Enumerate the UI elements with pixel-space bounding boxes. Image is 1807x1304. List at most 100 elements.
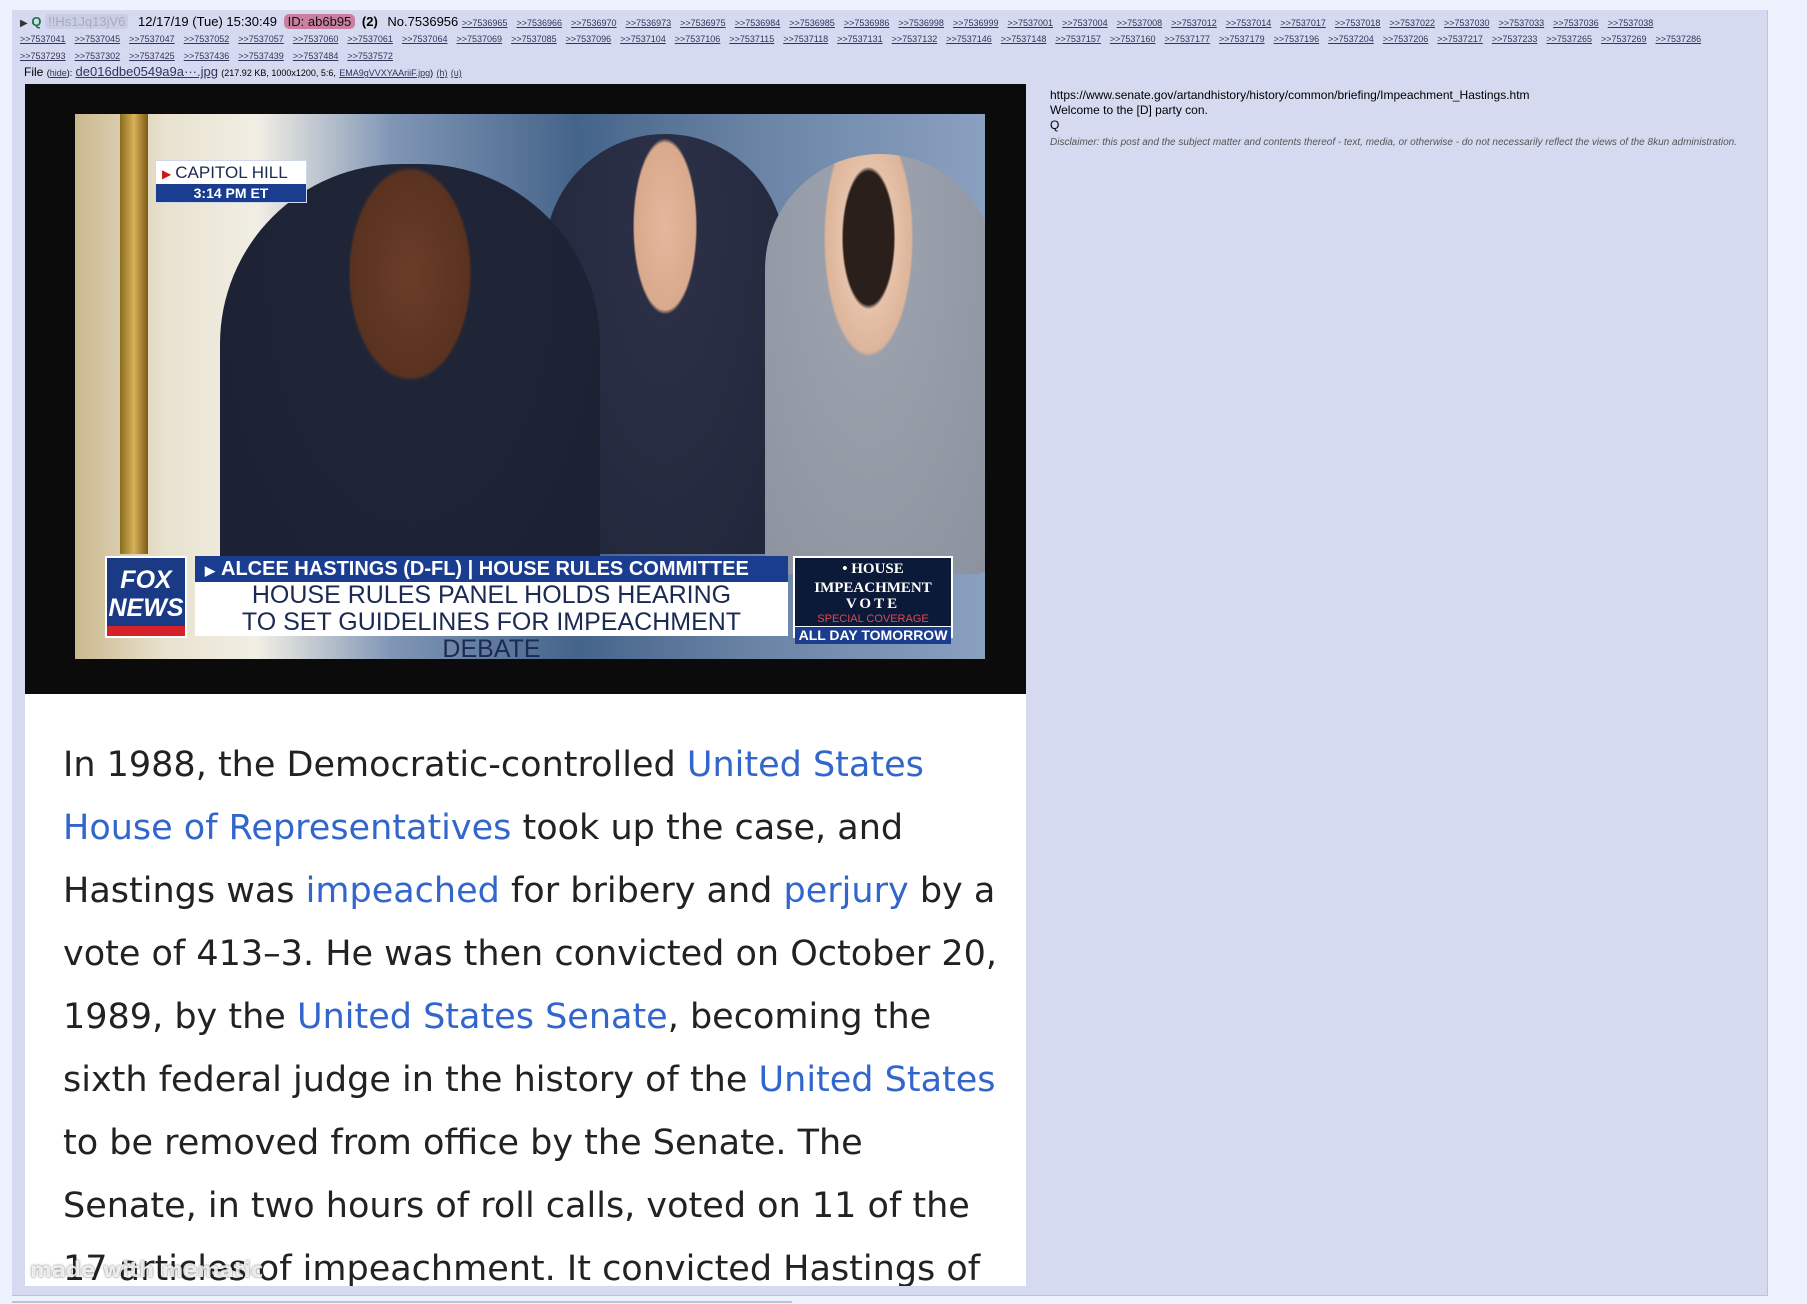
backlink[interactable]: >>7537106 [675, 31, 721, 47]
backlink[interactable]: >>7537204 [1328, 31, 1374, 47]
post-header: ▶ Q !!Hs1Jq13jV6 12/17/19 (Tue) 15:30:49… [20, 14, 1760, 64]
backlink[interactable]: >>7536999 [953, 15, 999, 31]
backlink[interactable]: >>7536973 [626, 15, 672, 31]
backlink[interactable]: >>7537012 [1171, 15, 1217, 31]
backlink[interactable]: >>7537206 [1383, 31, 1429, 47]
article-link[interactable]: United States Senate [297, 997, 668, 1037]
post-line-2: Welcome to the [D] party con. [1050, 103, 1208, 117]
file-original-name-link[interactable]: EMA9gVVXYAAriiF.jpg [339, 68, 430, 78]
logo-line-1: FOX [120, 566, 172, 594]
backlink[interactable]: >>7537118 [783, 31, 828, 47]
backlink[interactable]: >>7537041 [20, 31, 66, 47]
backlink[interactable]: >>7537572 [347, 48, 393, 64]
box-line-5: ALL DAY TOMORROW [795, 626, 951, 644]
location-badge: ▶ CAPITOL HILL 3:14 PM ET [155, 160, 307, 203]
file-name-link[interactable]: de016dbe0549a9a···.jpg [76, 64, 218, 79]
backlink[interactable]: >>7537033 [1499, 15, 1545, 31]
poster-id-count: (2) [361, 14, 378, 29]
backlink[interactable]: >>7537014 [1226, 15, 1272, 31]
backlinks: >>7536965 >>7536966 >>7536970 >>7536973 >>75… [462, 14, 1662, 29]
backlink[interactable]: >>7537060 [293, 31, 339, 47]
file-label: File [24, 65, 44, 79]
backlink[interactable]: >>7536966 [516, 15, 562, 31]
article-link[interactable]: perjury [784, 871, 909, 911]
backlink[interactable]: >>7537085 [511, 31, 557, 47]
person-woman [765, 154, 985, 574]
article-text: In 1988, the Democratic-controlled Unite… [63, 734, 1003, 1286]
backlink[interactable]: >>7536998 [898, 15, 944, 31]
backlink[interactable]: >>7537018 [1335, 15, 1381, 31]
backlink[interactable]: >>7536965 [462, 15, 508, 31]
article-segment: for bribery and [499, 871, 784, 911]
backlink[interactable]: >>7537484 [293, 48, 339, 64]
backlink[interactable]: >>7537233 [1492, 31, 1538, 47]
tv-photo: ▶ CAPITOL HILL 3:14 PM ET FOX NEWS ▶ ALCEE… [25, 84, 1026, 694]
news-lower-third: FOX NEWS ▶ ALCEE HASTINGS (D-FL) | HOUSE … [75, 546, 985, 659]
impeachment-vote-box: • HOUSE IMPEACHMENT VOTE SPECIAL COVERAG… [793, 556, 953, 644]
post-body: https://www.senate.gov/artandhistory/his… [1050, 88, 1750, 150]
backlink[interactable]: >>7537004 [1062, 15, 1108, 31]
post-link[interactable]: https://www.senate.gov/artandhistory/his… [1050, 88, 1750, 103]
backlink[interactable]: >>7537146 [946, 31, 992, 47]
backlink[interactable]: >>7537064 [402, 31, 448, 47]
backlink[interactable]: >>7537293 [20, 48, 66, 64]
backlink[interactable]: >>7536970 [571, 15, 617, 31]
post-container: ▶ Q !!Hs1Jq13jV6 12/17/19 (Tue) 15:30:49… [12, 10, 1768, 1296]
hide-file-link[interactable]: hide [50, 68, 67, 78]
backlink[interactable]: >>7537038 [1608, 15, 1654, 31]
name-band: ▶ ALCEE HASTINGS (D-FL) | HOUSE RULES COM… [195, 556, 788, 582]
file-u-link[interactable]: (u) [451, 68, 462, 78]
time-text: 3:14 PM ET [156, 184, 306, 202]
headline-line-2: TO SET GUIDELINES FOR IMPEACHMENT DEBATE [241, 608, 742, 660]
backlink[interactable]: >>7537036 [1553, 15, 1599, 31]
article-link[interactable]: United States [759, 1060, 996, 1100]
backlink[interactable]: >>7537132 [892, 31, 938, 47]
backlink[interactable]: >>7537047 [129, 31, 175, 47]
backlink[interactable]: >>7536986 [844, 15, 890, 31]
backlink[interactable]: >>7537017 [1280, 15, 1326, 31]
post-menu-arrow-icon[interactable]: ▶ [20, 18, 28, 29]
backlink[interactable]: >>7537115 [729, 31, 774, 47]
backlink[interactable]: >>7537096 [566, 31, 612, 47]
backlink[interactable]: >>7537061 [347, 31, 393, 47]
post-image[interactable]: ▶ CAPITOL HILL 3:14 PM ET FOX NEWS ▶ ALCEE… [25, 84, 1026, 1286]
backlink[interactable]: >>7537157 [1055, 31, 1101, 47]
backlink[interactable]: >>7537265 [1546, 31, 1592, 47]
article-segment: In 1988, the Democratic-controlled [63, 745, 687, 785]
backlink[interactable]: >>7537436 [184, 48, 230, 64]
backlink[interactable]: >>7536985 [789, 15, 835, 31]
box-line-3: VOTE [845, 596, 901, 612]
backlink[interactable]: >>7537439 [238, 48, 284, 64]
backlink[interactable]: >>7537104 [620, 31, 666, 47]
backlink[interactable]: >>7537196 [1274, 31, 1320, 47]
backlink[interactable]: >>7536975 [680, 15, 726, 31]
backlink[interactable]: >>7537001 [1008, 15, 1054, 31]
post-datetime: 12/17/19 (Tue) 15:30:49 [138, 14, 278, 29]
backlink[interactable]: >>7537057 [238, 31, 284, 47]
backlink[interactable]: >>7536984 [735, 15, 781, 31]
backlink[interactable]: >>7537045 [75, 31, 121, 47]
backlink[interactable]: >>7537160 [1110, 31, 1156, 47]
post-number-link[interactable]: No.7536956 [387, 14, 458, 29]
file-meta: (217.92 KB, 1000x1200, 5:6, [221, 68, 336, 78]
file-info: File (hide): de016dbe0549a9a···.jpg (217… [24, 64, 462, 79]
backlink[interactable]: >>7537148 [1001, 31, 1047, 47]
article-link[interactable]: impeached [306, 871, 500, 911]
poster-id-badge[interactable]: ID: ab6b95 [283, 14, 356, 29]
backlink[interactable]: >>7537131 [837, 31, 883, 47]
backlink[interactable]: >>7537269 [1601, 31, 1647, 47]
backlink[interactable]: >>7537008 [1117, 15, 1163, 31]
backlink[interactable]: >>7537052 [184, 31, 230, 47]
tripcode: !!Hs1Jq13jV6 [45, 14, 129, 29]
backlink[interactable]: >>7537425 [129, 48, 175, 64]
backlink[interactable]: >>7537286 [1656, 31, 1702, 47]
backlink[interactable]: >>7537022 [1389, 15, 1435, 31]
backlink[interactable]: >>7537177 [1164, 31, 1210, 47]
backlink[interactable]: >>7537069 [457, 31, 503, 47]
backlink[interactable]: >>7537179 [1219, 31, 1265, 47]
backlink[interactable]: >>7537302 [75, 48, 121, 64]
backlink[interactable]: >>7537217 [1437, 31, 1483, 47]
backlink[interactable]: >>7537030 [1444, 15, 1490, 31]
file-h-link[interactable]: (h) [436, 68, 447, 78]
backlinks-continued: >>7537041 >>7537045 >>7537047 >>7537052 >>75… [20, 30, 1760, 64]
